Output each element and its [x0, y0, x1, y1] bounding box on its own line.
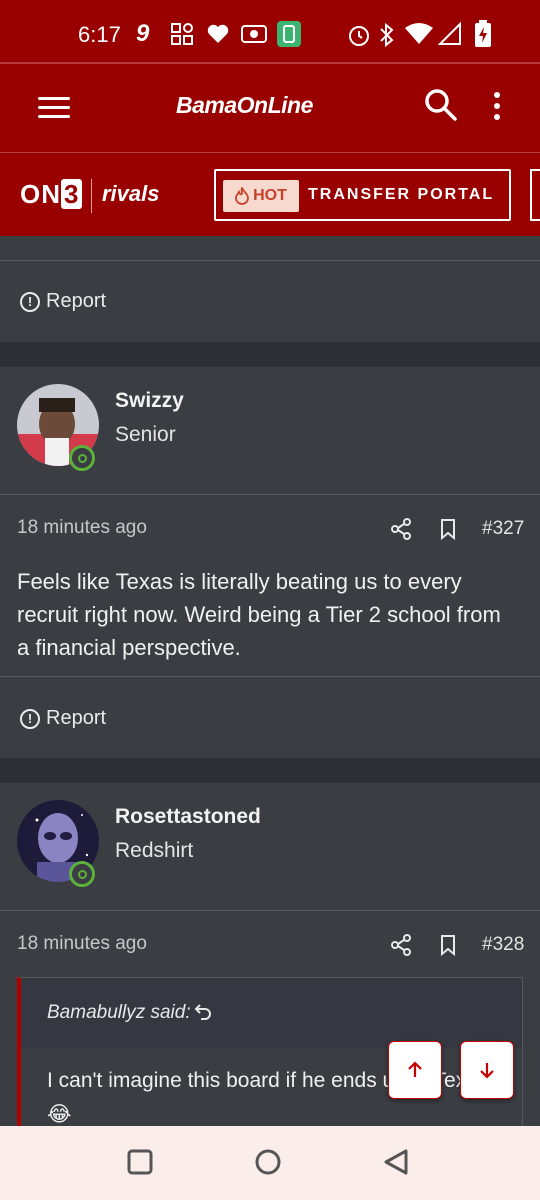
post-number[interactable]: #328: [482, 934, 524, 956]
post-328: Rosettastoned Redshirt 18 minutes ago #3…: [0, 783, 540, 1126]
post-timestamp[interactable]: 18 minutes ago: [17, 517, 147, 539]
bookmark-icon[interactable]: [440, 518, 456, 540]
scroll-up-button[interactable]: [388, 1041, 442, 1099]
user-rank: Senior: [115, 423, 176, 446]
post-divider: [0, 676, 540, 677]
on3-logo[interactable]: ON 3: [20, 179, 83, 210]
site-logo[interactable]: BamaOnLine: [176, 92, 313, 119]
user-rank: Redshirt: [115, 839, 194, 862]
report-button[interactable]: ! Report: [20, 707, 106, 730]
share-icon[interactable]: [390, 934, 412, 956]
kebab-icon[interactable]: [494, 92, 502, 124]
heart-icon: [207, 24, 229, 43]
alert-circle-icon: !: [20, 291, 40, 312]
quote-block: Bamabullyz said: I can't imagine this bo…: [17, 977, 523, 1126]
status-bar: 6:17 9: [0, 0, 540, 62]
thread-content: ! Report Swizzy Senior 18 minutes ago #3…: [0, 236, 540, 1126]
bookmark-icon[interactable]: [440, 934, 456, 956]
recent-apps-icon[interactable]: [126, 1148, 154, 1176]
post-divider: [0, 260, 540, 261]
scroll-down-button[interactable]: [460, 1041, 514, 1099]
arrow-down-icon: [480, 1063, 494, 1079]
search-icon[interactable]: [424, 88, 458, 122]
flame-icon: [235, 187, 250, 205]
post-divider: [0, 910, 540, 911]
reply-arrow-icon[interactable]: [193, 1002, 213, 1022]
clock: 6:17: [78, 22, 121, 47]
wifi-icon: [405, 23, 433, 44]
post-timestamp[interactable]: 18 minutes ago: [17, 933, 147, 955]
bluetooth-icon: [380, 22, 394, 48]
system-nav-bar: [0, 1126, 540, 1200]
online-status-icon: [69, 861, 95, 887]
radio-icon: [241, 25, 267, 43]
arrow-up-icon: [408, 1061, 422, 1077]
partner-bar: ON 3 rivals HOT TRANSFER PORTAL: [0, 152, 540, 236]
post-separator: [0, 758, 540, 783]
quote-header[interactable]: Bamabullyz said:: [21, 978, 522, 1048]
next-nav-button[interactable]: [530, 169, 540, 221]
quote-author[interactable]: Bamabullyz said:: [47, 1002, 191, 1024]
post-separator: [0, 342, 540, 367]
app-bar: BamaOnLine: [0, 62, 540, 152]
share-icon[interactable]: [390, 518, 412, 540]
hot-badge: HOT: [223, 180, 299, 212]
rivals-logo[interactable]: rivals: [102, 181, 160, 207]
back-icon[interactable]: [382, 1148, 410, 1176]
transfer-portal-label: TRANSFER PORTAL: [308, 186, 495, 203]
post-divider: [0, 494, 540, 495]
post-number[interactable]: #327: [482, 518, 524, 540]
hamburger-icon[interactable]: [38, 97, 70, 119]
signal-icon: [438, 22, 461, 45]
report-button[interactable]: ! Report: [20, 290, 106, 313]
9-icon: 9: [136, 20, 150, 47]
home-icon[interactable]: [254, 1148, 282, 1176]
online-status-icon: [69, 445, 95, 471]
username[interactable]: Rosettastoned: [115, 805, 261, 829]
post-327: Swizzy Senior 18 minutes ago #327 Feels …: [0, 367, 540, 758]
grid-icon: [171, 23, 193, 45]
transfer-portal-button[interactable]: HOT TRANSFER PORTAL: [214, 169, 511, 221]
username[interactable]: Swizzy: [115, 389, 184, 413]
battery-saver-icon: [277, 21, 301, 47]
alert-circle-icon: !: [20, 708, 40, 729]
post-326: ! Report: [0, 236, 540, 342]
alarm-icon: [349, 26, 369, 46]
battery-charging-icon: [475, 20, 491, 47]
post-body: Feels like Texas is literally beating us…: [17, 569, 501, 660]
divider: [91, 179, 92, 213]
